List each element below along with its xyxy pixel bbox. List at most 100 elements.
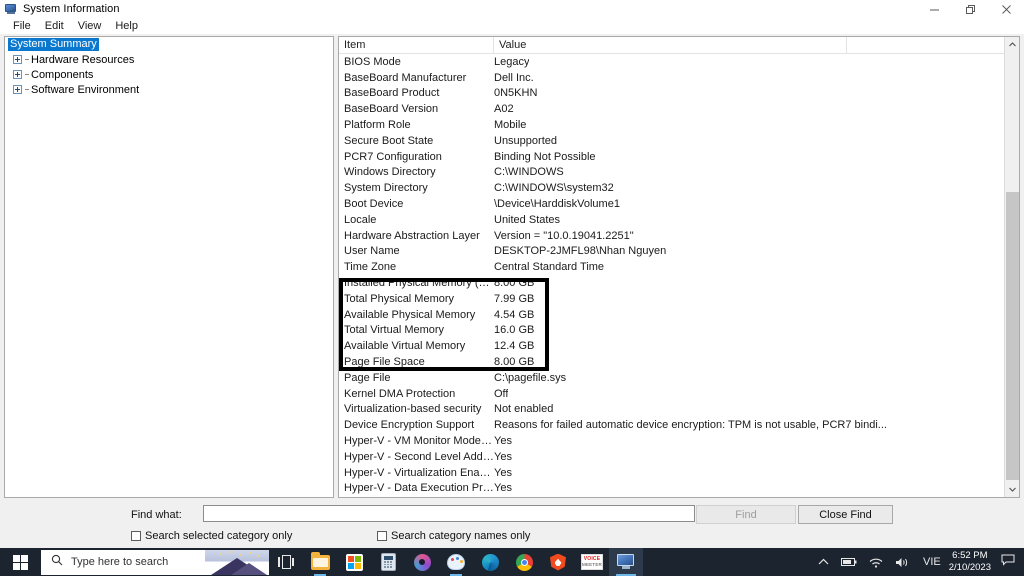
- table-row[interactable]: Kernel DMA Protection Off: [339, 386, 1004, 402]
- row-item-cell: Installed Physical Memory (RAM): [344, 277, 494, 290]
- close-button[interactable]: [988, 0, 1024, 18]
- menu-file[interactable]: File: [6, 18, 38, 34]
- column-header-empty[interactable]: [847, 37, 1004, 54]
- row-value-cell: C:\pagefile.sys: [494, 371, 567, 384]
- microsoft-store-button[interactable]: [337, 548, 371, 576]
- file-explorer-button[interactable]: [303, 548, 337, 576]
- show-hidden-icons-chevron-icon[interactable]: [818, 558, 829, 566]
- row-item-cell: Page File Space: [344, 356, 425, 369]
- table-row[interactable]: BaseBoard Version A02: [339, 101, 1004, 117]
- table-row[interactable]: PCR7 Configuration Binding Not Possible: [339, 149, 1004, 165]
- table-row[interactable]: System Directory C:\WINDOWS\system32: [339, 180, 1004, 196]
- brave-browser-button[interactable]: [541, 548, 575, 576]
- table-row[interactable]: Hyper-V - VM Monitor Mode E... Yes: [339, 433, 1004, 449]
- search-selected-category-checkbox[interactable]: Search selected category only: [131, 530, 292, 542]
- table-row[interactable]: Platform Role Mobile: [339, 117, 1004, 133]
- list-vertical-scrollbar[interactable]: [1004, 37, 1019, 497]
- tree-item-label: System Summary: [8, 38, 99, 51]
- table-row[interactable]: Available Physical Memory 4.54 GB: [339, 307, 1004, 323]
- row-item-cell: BaseBoard Manufacturer: [344, 71, 467, 84]
- voicemeeter-icon: VOICE MEETER: [581, 554, 603, 570]
- table-row[interactable]: BaseBoard Product 0N5KHN: [339, 86, 1004, 102]
- search-category-names-checkbox[interactable]: Search category names only: [377, 530, 530, 542]
- table-row[interactable]: User Name DESKTOP-2JMFL98\Nhan Nguyen: [339, 244, 1004, 260]
- scroll-down-arrow-icon[interactable]: [1005, 482, 1019, 497]
- tree-item-hardware-resources[interactable]: Hardware Resources: [5, 52, 333, 67]
- taskbar-clock[interactable]: 6:52 PM 2/10/2023: [949, 550, 991, 574]
- table-row[interactable]: Virtualization-based security Not enabled: [339, 402, 1004, 418]
- volume-icon[interactable]: [895, 557, 909, 568]
- checkbox-icon[interactable]: [131, 531, 141, 541]
- task-view-button[interactable]: [269, 548, 303, 576]
- taskbar-search-box[interactable]: Type here to search: [41, 549, 269, 575]
- table-row[interactable]: Time Zone Central Standard Time: [339, 259, 1004, 275]
- table-row[interactable]: Windows Directory C:\WINDOWS: [339, 165, 1004, 181]
- row-item-cell: Hyper-V - Virtualization Enable...: [344, 466, 494, 479]
- find-input[interactable]: [203, 505, 695, 522]
- table-row[interactable]: Total Virtual Memory 16.0 GB: [339, 323, 1004, 339]
- battery-icon[interactable]: [841, 557, 857, 567]
- system-information-taskbar-button[interactable]: [609, 548, 643, 576]
- minimize-button[interactable]: [916, 0, 952, 18]
- tree-connector-icon: [25, 59, 29, 60]
- checkbox-icon[interactable]: [377, 531, 387, 541]
- microsoft-edge-button[interactable]: [473, 548, 507, 576]
- language-indicator[interactable]: VIE: [923, 556, 941, 568]
- row-value-cell: Yes: [494, 482, 512, 495]
- tree-item-label: Hardware Resources: [31, 53, 135, 66]
- expand-plus-icon[interactable]: [13, 85, 22, 94]
- tree-item-components[interactable]: Components: [5, 67, 333, 82]
- table-row[interactable]: Hyper-V - Virtualization Enable... Yes: [339, 465, 1004, 481]
- find-button[interactable]: Find: [696, 505, 796, 524]
- google-chrome-button[interactable]: [507, 548, 541, 576]
- table-row[interactable]: Locale United States: [339, 212, 1004, 228]
- table-row[interactable]: Hyper-V - Data Execution Prote... Yes: [339, 481, 1004, 497]
- calculator-button[interactable]: [371, 548, 405, 576]
- voicemeeter-button[interactable]: VOICE MEETER: [575, 548, 609, 576]
- tree-connector-icon: [25, 74, 29, 75]
- calculator-icon: [380, 553, 396, 571]
- table-row[interactable]: Available Virtual Memory 12.4 GB: [339, 338, 1004, 354]
- menu-bar: File Edit View Help: [0, 18, 1024, 34]
- expand-plus-icon[interactable]: [13, 70, 22, 79]
- table-row[interactable]: Page File Space 8.00 GB: [339, 354, 1004, 370]
- table-row[interactable]: Page File C:\pagefile.sys: [339, 370, 1004, 386]
- row-item-cell: Hardware Abstraction Layer: [344, 229, 480, 242]
- menu-view[interactable]: View: [71, 18, 109, 34]
- action-center-icon[interactable]: [1001, 553, 1015, 571]
- restore-button[interactable]: [952, 0, 988, 18]
- table-row[interactable]: Device Encryption Support Reasons for fai…: [339, 417, 1004, 433]
- media-player-button[interactable]: [405, 548, 439, 576]
- table-row[interactable]: Total Physical Memory 7.99 GB: [339, 291, 1004, 307]
- tree-item-software-environment[interactable]: Software Environment: [5, 82, 333, 97]
- expand-plus-icon[interactable]: [13, 55, 22, 64]
- category-tree[interactable]: System Summary Hardware Resources Compon…: [4, 36, 334, 498]
- table-row[interactable]: Hardware Abstraction Layer Version = "10.…: [339, 228, 1004, 244]
- table-row[interactable]: Hyper-V - Second Level Addres... Yes: [339, 449, 1004, 465]
- search-wallpaper-thumbnail: [205, 549, 269, 575]
- wifi-icon[interactable]: [869, 557, 883, 568]
- menu-edit[interactable]: Edit: [38, 18, 71, 34]
- media-player-icon: [413, 553, 431, 571]
- row-value-cell: United States: [494, 213, 561, 226]
- column-header-value[interactable]: Value: [494, 37, 847, 54]
- table-row[interactable]: Boot Device \Device\HarddiskVolume1: [339, 196, 1004, 212]
- table-row[interactable]: BaseBoard Manufacturer Dell Inc.: [339, 70, 1004, 86]
- row-item-cell: Locale: [344, 213, 377, 226]
- table-row[interactable]: BIOS Mode Legacy: [339, 54, 1004, 70]
- close-find-button[interactable]: Close Find: [798, 505, 893, 524]
- row-item-cell: Virtualization-based security: [344, 403, 482, 416]
- scrollbar-thumb[interactable]: [1006, 192, 1019, 480]
- paint-button[interactable]: [439, 548, 473, 576]
- scroll-up-arrow-icon[interactable]: [1005, 37, 1019, 52]
- start-button[interactable]: [0, 548, 40, 576]
- menu-help[interactable]: Help: [108, 18, 145, 34]
- table-row[interactable]: Secure Boot State Unsupported: [339, 133, 1004, 149]
- row-value-cell: Dell Inc.: [494, 71, 534, 84]
- column-header-item[interactable]: Item: [339, 37, 494, 54]
- tree-item-system-summary[interactable]: System Summary: [5, 37, 333, 52]
- brave-lion-icon: [550, 553, 566, 571]
- table-row[interactable]: Installed Physical Memory (RAM) 8.00 GB: [339, 275, 1004, 291]
- row-value-cell: Mobile: [494, 119, 527, 132]
- title-bar: System Information: [0, 0, 1024, 18]
